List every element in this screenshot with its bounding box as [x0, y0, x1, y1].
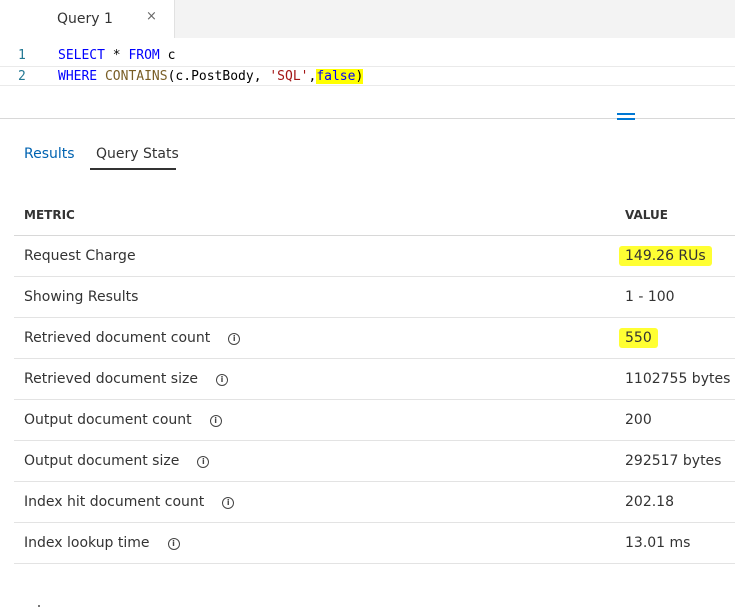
value-cell: 1102755 bytes: [625, 371, 731, 387]
metric-label: Index lookup time: [24, 535, 150, 551]
table-row: Output document count i 200: [14, 400, 735, 441]
table-row: Output document size i 292517 bytes: [14, 441, 735, 482]
metric-cell: Output document count i: [24, 412, 222, 428]
tab-results[interactable]: Results: [24, 146, 75, 162]
active-tab-indicator: [90, 168, 176, 170]
metric-cell: Showing Results: [24, 289, 138, 305]
metric-label: Showing Results: [24, 289, 139, 305]
info-icon[interactable]: i: [228, 333, 241, 345]
value-cell: 149.26 RUs: [619, 246, 712, 266]
value-cell: 200: [625, 412, 652, 428]
metric-label: Output document size: [24, 453, 180, 469]
code-text[interactable]: WHERE CONTAINS(c.PostBody, 'SQL',false): [58, 67, 364, 87]
metric-cell: Request Charge: [24, 248, 136, 264]
tab-query-stats[interactable]: Query Stats: [96, 146, 179, 162]
query-stats-table: METRIC VALUE Request Charge 149.26 RUs Sho…: [14, 195, 735, 564]
tab-strip-spacer: [0, 0, 42, 38]
info-icon[interactable]: i: [215, 374, 228, 386]
close-icon[interactable]: ×: [146, 9, 157, 24]
metric-cell: Index lookup time i: [24, 535, 180, 551]
editor-line-2[interactable]: 2 WHERE CONTAINS(c.PostBody, 'SQL',false…: [0, 66, 735, 86]
table-row: Index lookup time i 13.01 ms: [14, 523, 735, 564]
column-header-metric: METRIC: [24, 208, 75, 222]
metric-label: Request Charge: [24, 248, 136, 264]
scroll-clip: [0, 570, 735, 611]
value-cell: 202.18: [625, 494, 674, 510]
metric-cell: Index hit document count i: [24, 494, 235, 510]
metric-label: Index hit document count: [24, 494, 205, 510]
table-body: Request Charge 149.26 RUs Showing Results 1…: [14, 236, 735, 564]
value-cell: 13.01 ms: [625, 535, 691, 551]
line-number: 1: [18, 48, 26, 63]
table-row: Retrieved document count i 550: [14, 318, 735, 359]
line-number: 2: [18, 69, 26, 84]
tab-strip: Query 1 ×: [0, 0, 735, 38]
table-row: Retrieved document size i 1102755 bytes: [14, 359, 735, 400]
table-row: Showing Results 1 - 100: [14, 277, 735, 318]
info-icon[interactable]: i: [209, 415, 222, 427]
value-cell: 292517 bytes: [625, 453, 722, 469]
table-row: Index hit document count i 202.18: [14, 482, 735, 523]
metric-cell: Retrieved document size i: [24, 371, 228, 387]
metric-label: Retrieved document size: [24, 371, 198, 387]
metric-label: Output document count: [24, 412, 192, 428]
tab-query-1[interactable]: Query 1 ×: [42, 0, 175, 38]
code-text[interactable]: SELECT * FROM c: [58, 46, 175, 66]
table-header: METRIC VALUE: [14, 195, 735, 236]
tab-label[interactable]: Query 1: [57, 11, 113, 27]
value-cell: 1 - 100: [625, 289, 675, 305]
scroll-indicator: [38, 605, 40, 607]
info-icon[interactable]: i: [167, 538, 180, 550]
info-icon[interactable]: i: [197, 456, 210, 468]
metric-cell: Output document size i: [24, 453, 210, 469]
column-header-value: VALUE: [625, 208, 668, 222]
table-row: Request Charge 149.26 RUs: [14, 236, 735, 277]
editor-line-1[interactable]: 1 SELECT * FROM c: [0, 46, 735, 66]
metric-label: Retrieved document count: [24, 330, 211, 346]
query-editor[interactable]: 1 SELECT * FROM c 2 WHERE CONTAINS(c.Pos…: [0, 38, 735, 118]
metric-cell: Retrieved document count i: [24, 330, 241, 346]
info-icon[interactable]: i: [222, 497, 235, 509]
value-cell: 550: [619, 328, 658, 348]
splitter-handle-icon[interactable]: [617, 113, 635, 125]
